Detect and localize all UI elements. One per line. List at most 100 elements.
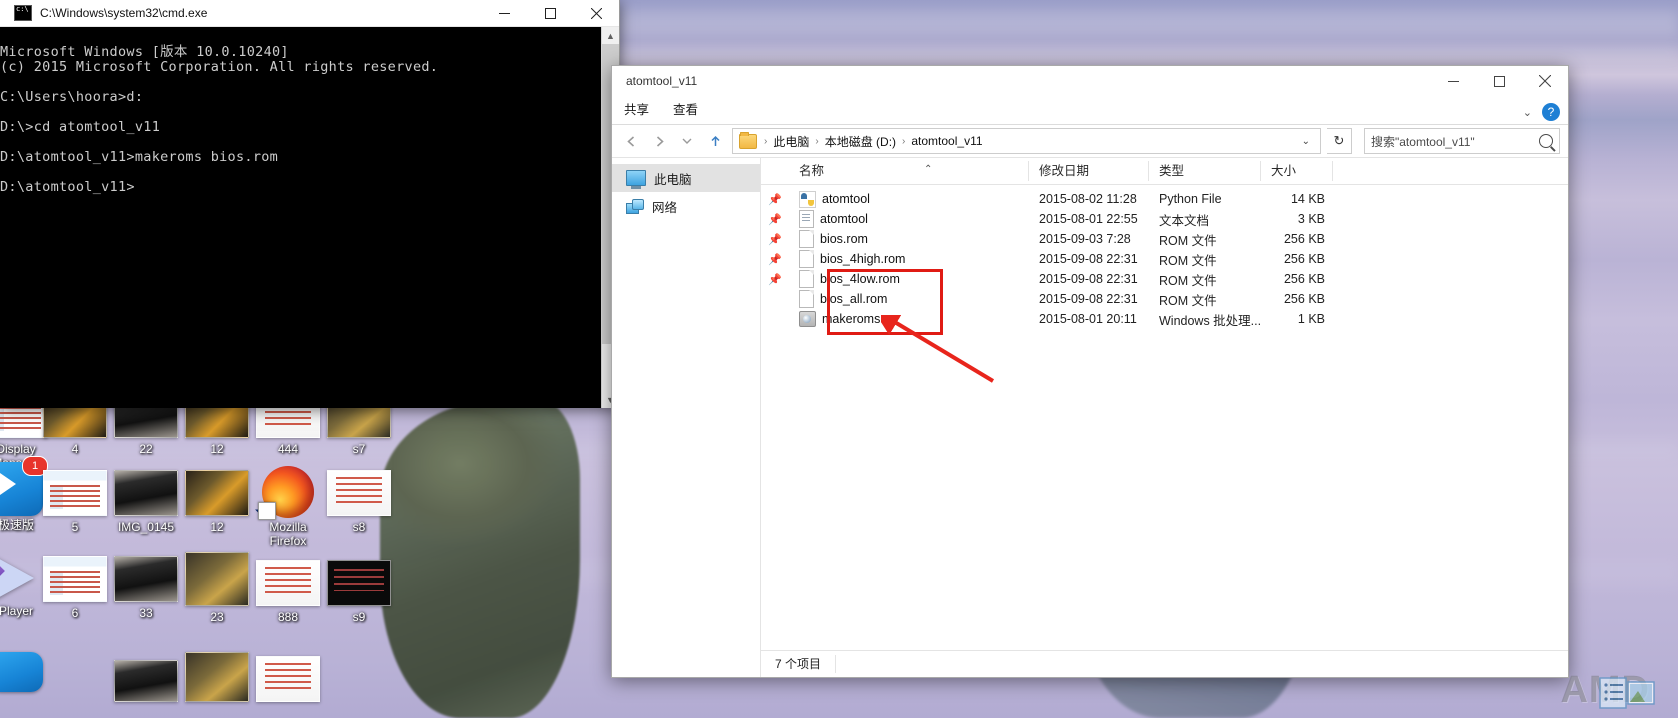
generic-file-icon bbox=[799, 230, 814, 248]
table-row[interactable]: atomtool 2015-08-01 22:55 文本文档 3 KB bbox=[761, 209, 1568, 229]
ribbon-tab-share[interactable]: 共享 bbox=[612, 96, 661, 124]
batch-file-icon bbox=[799, 311, 816, 327]
file-name-cell[interactable]: atomtool bbox=[789, 210, 1029, 228]
desktop-screen: Display Manager 4 22 12 444 s7 1 极速版 5 I… bbox=[0, 0, 1678, 718]
sidebar-item-this-pc[interactable]: 此电脑 bbox=[612, 164, 760, 192]
sidebar-item-network[interactable]: 网络 bbox=[612, 192, 760, 220]
explorer-titlebar[interactable]: atomtool_v11 bbox=[612, 66, 1568, 96]
file-list[interactable]: 📌 📌 📌 📌 📌 atomtool 2015-08-02 11:28 Pyth… bbox=[761, 185, 1568, 650]
file-name-cell[interactable]: makeroms bbox=[789, 311, 1029, 327]
sidebar-item-label: 此电脑 bbox=[654, 172, 692, 187]
folder-icon bbox=[739, 131, 757, 149]
cmd-close-button[interactable] bbox=[573, 0, 619, 26]
column-header-type[interactable]: 类型 bbox=[1149, 161, 1261, 181]
file-size-cell: 3 KB bbox=[1297, 212, 1325, 226]
file-name-cell[interactable]: atomtool bbox=[789, 190, 1029, 208]
file-explorer-window[interactable]: atomtool_v11 共享 查看 ⌄ ? › 此电脑 › 本地磁盘 (D:)… bbox=[611, 65, 1569, 678]
forward-button[interactable] bbox=[648, 130, 670, 152]
file-list-pane: 名称 ⌃ 修改日期 类型 大小 📌 📌 📌 📌 📌 atomtool 2015-… bbox=[761, 158, 1568, 677]
python-file-icon bbox=[799, 190, 816, 208]
file-name-label: bios_all.rom bbox=[820, 292, 888, 306]
file-type-cell: ROM 文件 bbox=[1159, 273, 1217, 288]
table-row[interactable]: bios.rom 2015-09-03 7:28 ROM 文件 256 KB bbox=[761, 229, 1568, 249]
explorer-address-bar[interactable]: › 此电脑 › 本地磁盘 (D:) › atomtool_v11 ⌄ ↻ 搜索"… bbox=[612, 125, 1568, 157]
desktop-icon-s9[interactable]: s9 bbox=[315, 560, 403, 624]
status-bar: 7 个项目 bbox=[761, 650, 1568, 677]
explorer-maximize-button[interactable] bbox=[1476, 68, 1522, 94]
ribbon-tab-view[interactable]: 查看 bbox=[661, 96, 710, 124]
file-name-cell[interactable]: bios.rom bbox=[789, 230, 1029, 248]
refresh-button[interactable]: ↻ bbox=[1327, 128, 1352, 154]
explorer-close-button[interactable] bbox=[1522, 68, 1568, 94]
ribbon-collapse-icon[interactable]: ⌄ bbox=[1523, 106, 1532, 119]
address-dropdown-icon[interactable]: ⌄ bbox=[1296, 136, 1316, 147]
explorer-main: 此电脑 网络 名称 ⌃ 修改日期 类型 大小 📌 📌 📌 📌 📌 atomtoo… bbox=[612, 157, 1568, 677]
file-size-cell: 256 KB bbox=[1283, 272, 1325, 286]
file-name-cell[interactable]: bios_4high.rom bbox=[789, 250, 1029, 268]
pin-icon[interactable]: 📌 bbox=[761, 249, 789, 269]
file-type-cell: Windows 批处理... bbox=[1159, 313, 1261, 328]
desktop-icon-partial-4[interactable] bbox=[244, 656, 332, 706]
breadcrumb-this-pc[interactable]: 此电脑 bbox=[770, 133, 812, 150]
pin-column: 📌 📌 📌 📌 📌 bbox=[761, 189, 789, 289]
file-name-label: atomtool bbox=[820, 212, 868, 226]
desktop-icon-label: s9 bbox=[352, 610, 366, 624]
file-name-cell[interactable]: bios_4low.rom bbox=[789, 270, 1029, 288]
pin-icon[interactable]: 📌 bbox=[761, 189, 789, 209]
search-input[interactable]: 搜索"atomtool_v11" bbox=[1371, 133, 1539, 150]
file-date-cell: 2015-08-01 22:55 bbox=[1039, 212, 1138, 226]
desktop-icon-s8[interactable]: s8 bbox=[315, 470, 403, 534]
pin-icon[interactable]: 📌 bbox=[761, 269, 789, 289]
file-date-cell: 2015-08-02 11:28 bbox=[1039, 192, 1137, 206]
blue-app-icon bbox=[0, 652, 43, 692]
file-name-label: makeroms bbox=[822, 312, 881, 326]
pin-icon[interactable]: 📌 bbox=[761, 209, 789, 229]
table-row[interactable]: bios_4low.rom 2015-09-08 22:31 ROM 文件 25… bbox=[761, 269, 1568, 289]
cmd-console-text: Microsoft Windows [版本 10.0.10240] (c) 20… bbox=[0, 43, 439, 195]
explorer-minimize-button[interactable] bbox=[1430, 68, 1476, 94]
doc-thumb-icon bbox=[327, 470, 391, 516]
back-button[interactable] bbox=[620, 130, 642, 152]
help-button[interactable]: ? bbox=[1542, 103, 1560, 121]
table-row[interactable]: makeroms 2015-08-01 20:11 Windows 批处理...… bbox=[761, 309, 1568, 329]
search-box[interactable]: 搜索"atomtool_v11" bbox=[1364, 128, 1560, 154]
cmd-console-area[interactable]: Microsoft Windows [版本 10.0.10240] (c) 20… bbox=[0, 27, 619, 408]
table-row[interactable]: bios_all.rom 2015-09-08 22:31 ROM 文件 256… bbox=[761, 289, 1568, 309]
terminal-thumb-icon bbox=[327, 560, 391, 606]
table-row[interactable]: bios_4high.rom 2015-09-08 22:31 ROM 文件 2… bbox=[761, 249, 1568, 269]
cmd-window[interactable]: C:\Windows\system32\cmd.exe Microsoft Wi… bbox=[0, 0, 620, 408]
up-button[interactable] bbox=[704, 130, 726, 152]
pin-icon[interactable]: 📌 bbox=[761, 229, 789, 249]
cmd-icon bbox=[14, 5, 32, 21]
desktop-icon-partial-1[interactable] bbox=[0, 652, 60, 694]
doc-thumb-icon bbox=[256, 656, 320, 702]
sort-ascending-icon: ⌃ bbox=[924, 164, 933, 175]
table-row[interactable]: atomtool 2015-08-02 11:28 Python File 14… bbox=[761, 189, 1568, 209]
status-item-count: 7 个项目 bbox=[761, 655, 837, 673]
file-name-label: atomtool bbox=[822, 192, 870, 206]
column-header-rest bbox=[1333, 161, 1568, 181]
file-date-cell: 2015-09-08 22:31 bbox=[1039, 292, 1138, 306]
file-name-cell[interactable]: bios_all.rom bbox=[789, 290, 1029, 308]
file-size-cell: 256 KB bbox=[1283, 232, 1325, 246]
cmd-minimize-button[interactable] bbox=[481, 0, 527, 26]
column-header-name[interactable]: 名称 ⌃ bbox=[789, 161, 1029, 181]
shot-thumb-icon bbox=[185, 652, 249, 702]
column-headers[interactable]: 名称 ⌃ 修改日期 类型 大小 bbox=[761, 158, 1568, 185]
file-size-cell: 256 KB bbox=[1283, 292, 1325, 306]
scroll-up-icon[interactable]: ▲ bbox=[602, 27, 619, 44]
file-type-cell: ROM 文件 bbox=[1159, 253, 1217, 268]
explorer-ribbon-tabs[interactable]: 共享 查看 ⌄ ? bbox=[612, 96, 1568, 125]
shot-thumb-icon bbox=[185, 552, 249, 606]
cmd-maximize-button[interactable] bbox=[527, 0, 573, 26]
cmd-titlebar[interactable]: C:\Windows\system32\cmd.exe bbox=[0, 0, 619, 27]
breadcrumb-local-disk-d[interactable]: 本地磁盘 (D:) bbox=[822, 133, 899, 150]
column-header-size[interactable]: 大小 bbox=[1261, 161, 1333, 181]
navigation-pane[interactable]: 此电脑 网络 bbox=[612, 158, 761, 677]
search-icon bbox=[1539, 134, 1553, 148]
recent-locations-button[interactable] bbox=[676, 130, 698, 152]
file-date-cell: 2015-08-01 20:11 bbox=[1039, 312, 1137, 326]
breadcrumb[interactable]: › 此电脑 › 本地磁盘 (D:) › atomtool_v11 ⌄ bbox=[732, 128, 1321, 154]
column-header-date[interactable]: 修改日期 bbox=[1029, 161, 1149, 181]
breadcrumb-atomtool-v11[interactable]: atomtool_v11 bbox=[908, 134, 985, 148]
